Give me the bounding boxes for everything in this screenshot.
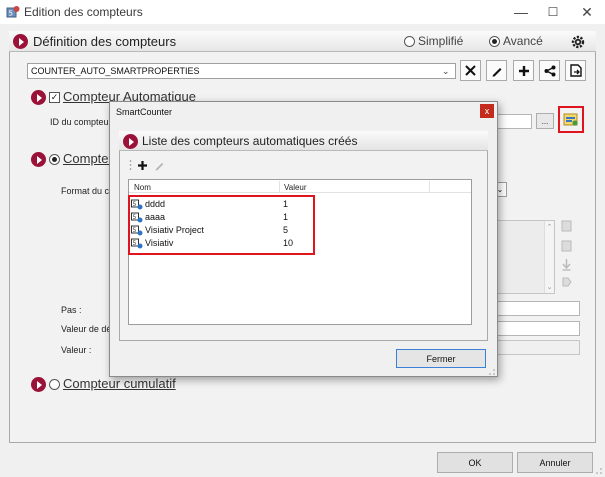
window-title: Edition des compteurs [24, 5, 143, 19]
side-tools [561, 220, 572, 287]
ok-button[interactable]: OK [437, 452, 513, 473]
minimize-button[interactable]: — [503, 0, 539, 24]
start-value-input[interactable] [497, 321, 580, 336]
column-divider[interactable] [429, 181, 430, 192]
add-button[interactable] [513, 60, 534, 81]
maximize-button[interactable]: ☐ [535, 0, 571, 24]
pencil-icon [492, 67, 501, 76]
export-button[interactable] [565, 60, 586, 81]
counter-icon: 5 [131, 199, 143, 210]
list-arrow-icon [123, 134, 138, 149]
counter-icon: 5 [131, 212, 143, 223]
column-divider[interactable] [279, 181, 280, 192]
export-icon [569, 64, 582, 77]
row-value: 5 [283, 225, 289, 235]
close-dialog-button[interactable]: Fermer [396, 349, 486, 368]
toolbar-grip [129, 160, 132, 170]
counter-id-label: ID du compteur : [50, 117, 117, 127]
gear-icon[interactable] [570, 34, 586, 50]
row-value: 1 [283, 212, 289, 222]
svg-text:5: 5 [133, 227, 137, 234]
value-label: Valeur : [61, 345, 92, 355]
row-value: 1 [283, 199, 289, 209]
row-name: aaaa [145, 212, 166, 222]
chevron-down-icon[interactable]: ⌄ [442, 66, 450, 77]
resize-grip-icon[interactable] [595, 467, 603, 475]
mode-advanced-radio[interactable] [489, 36, 500, 47]
cumulative-arrow-icon [31, 377, 46, 392]
share-button[interactable] [539, 60, 560, 81]
column-header-name[interactable]: Nom [134, 183, 151, 192]
close-button[interactable]: ✕ [569, 0, 605, 24]
counter-icon: 5 [131, 238, 143, 249]
svg-text:5: 5 [9, 10, 13, 18]
counter-select[interactable]: COUNTER_AUTO_SMARTPROPERTIES [27, 63, 456, 79]
svg-text:5: 5 [133, 214, 137, 221]
counter-id-input[interactable] [497, 114, 532, 129]
step-label: Pas : [61, 305, 82, 315]
list-item[interactable]: 5 Visiativ 10 [131, 238, 471, 250]
plus-icon [518, 65, 529, 76]
auto-counter-checkbox[interactable]: ✓ [49, 92, 60, 103]
second-counter-arrow-icon [31, 152, 46, 167]
delete-button[interactable] [460, 60, 481, 81]
row-name: Visiativ Project [145, 225, 204, 235]
value-input [497, 340, 580, 355]
counter-list-icon[interactable] [563, 112, 579, 127]
svg-text:5: 5 [133, 201, 137, 208]
dialog-close-button[interactable]: x [480, 104, 494, 118]
row-name: Visiativ [145, 238, 174, 248]
pencil-icon[interactable] [154, 160, 165, 171]
step-input[interactable] [497, 301, 580, 316]
browse-button[interactable]: ... [536, 113, 554, 129]
edit-button[interactable] [486, 60, 507, 81]
resize-grip-icon[interactable] [488, 368, 496, 376]
second-counter-title[interactable]: Compteu [63, 151, 116, 166]
section-arrow-icon [13, 34, 28, 49]
app-icon: 5 [6, 6, 20, 18]
row-name: dddd [145, 199, 166, 209]
list-item[interactable]: 5 Visiativ Project 5 [131, 225, 471, 237]
list-item[interactable]: 5 aaaa 1 [131, 212, 471, 224]
cancel-button[interactable]: Annuler [517, 452, 593, 473]
counter-list-title: Liste des compteurs automatiques créés [142, 134, 358, 148]
list-item[interactable]: 5 dddd 1 [131, 199, 471, 211]
counter-icon: 5 [131, 225, 143, 236]
plus-icon[interactable] [137, 160, 148, 171]
mode-advanced-label: Avancé [503, 34, 543, 48]
dialog-title: SmartCounter [116, 107, 173, 117]
cumulative-radio[interactable] [49, 379, 60, 390]
share-icon [544, 65, 555, 76]
cumulative-title[interactable]: Compteur cumulatif [63, 376, 176, 391]
svg-text:5: 5 [133, 240, 137, 247]
auto-counter-arrow-icon [31, 90, 46, 105]
mode-simple-label: Simplifié [418, 34, 464, 48]
close-icon [465, 65, 476, 76]
mode-simple-radio[interactable] [404, 36, 415, 47]
format-scrollbar[interactable]: ⌃ ⌄ [544, 221, 554, 293]
second-counter-radio[interactable] [49, 154, 60, 165]
row-value: 10 [283, 238, 294, 248]
section-title: Définition des compteurs [33, 34, 177, 49]
column-header-value[interactable]: Valeur [284, 183, 307, 192]
